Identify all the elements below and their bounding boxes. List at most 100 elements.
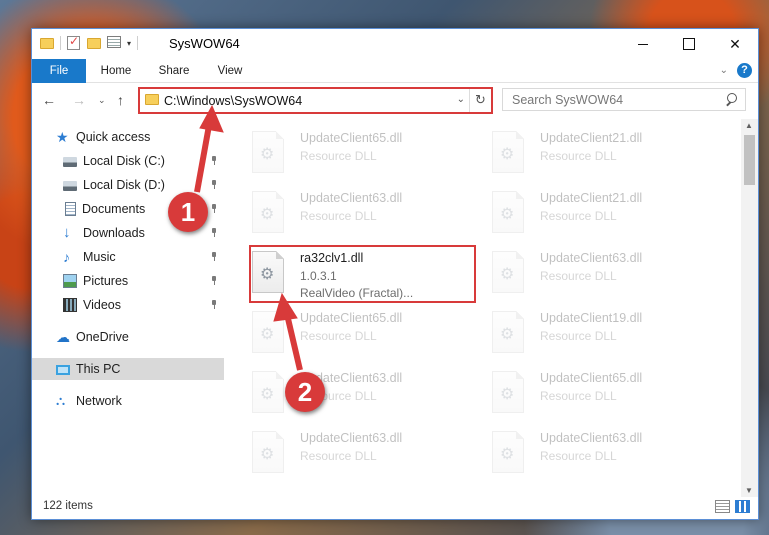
cloud-icon: ☁ (56, 329, 70, 345)
address-bar[interactable]: C:\Windows\SysWOW64 ⌄ ↻ (138, 87, 493, 114)
title-bar: ▾ SysWOW64 ✕ (32, 29, 758, 59)
file-item[interactable]: UpdateClient65.dll Resource DLL (230, 305, 460, 361)
sidebar-item-videos[interactable]: Videos (32, 294, 224, 316)
drive-icon (63, 157, 77, 167)
file-item[interactable]: UpdateClient19.dll Resource DLL (470, 305, 700, 361)
file-item[interactable]: UpdateClient21.dll Resource DLL (470, 185, 700, 241)
maximize-button[interactable] (666, 29, 712, 59)
properties-check-icon[interactable] (67, 34, 81, 50)
file-name: UpdateClient21.dll (540, 191, 643, 205)
file-name: UpdateClient63.dll (300, 191, 403, 205)
item-count: 122 items (43, 500, 93, 512)
dll-file-icon (252, 311, 284, 353)
recent-locations-button[interactable]: ⌄ (98, 95, 106, 106)
file-name: UpdateClient65.dll (540, 371, 643, 385)
sidebar-item-label: Network (76, 394, 122, 408)
tab-view[interactable]: View (202, 59, 258, 83)
music-icon: ♪ (63, 249, 70, 265)
sidebar-item-network[interactable]: ⛬ Network (32, 390, 224, 412)
navigation-bar: ← → ⌄ ↑ C:\Windows\SysWOW64 ⌄ ↻ Search S… (32, 84, 758, 118)
pictures-icon (63, 274, 77, 288)
sidebar-item-local-disk-c[interactable]: Local Disk (C:) (32, 150, 224, 172)
file-name: UpdateClient65.dll (300, 131, 403, 145)
sidebar-item-label: Pictures (83, 274, 129, 288)
sidebar-item-pictures[interactable]: Pictures (32, 270, 224, 292)
scroll-down-icon[interactable]: ▼ (745, 486, 753, 495)
pin-icon (210, 300, 218, 309)
forward-button[interactable]: → (72, 92, 86, 108)
network-icon: ⛬ (56, 393, 66, 408)
dll-file-icon (252, 431, 284, 473)
details-view-icon[interactable] (715, 500, 730, 513)
file-item[interactable]: UpdateClient65.dll Resource DLL (230, 125, 460, 181)
search-input[interactable]: Search SysWOW64 (502, 88, 746, 111)
pin-icon (210, 228, 218, 237)
file-item[interactable]: UpdateClient63.dllResource DLL (230, 185, 460, 241)
file-detail: Resource DLL (540, 269, 617, 283)
pc-icon (56, 364, 70, 375)
file-item[interactable]: UpdateClient65.dll Resource DLL (470, 365, 700, 421)
dll-file-icon (492, 191, 524, 233)
pin-icon (210, 276, 218, 285)
search-icon[interactable] (725, 93, 737, 105)
tab-home[interactable]: Home (86, 59, 146, 83)
file-detail: Resource DLL (540, 149, 617, 163)
toolbar-divider (137, 36, 139, 50)
pin-icon (210, 180, 218, 189)
sidebar-item-label: Music (83, 250, 116, 264)
vertical-scrollbar[interactable]: ▲ ▼ (741, 119, 758, 497)
step-badge-2: 2 (285, 372, 325, 412)
folder-icon[interactable] (40, 36, 54, 50)
scroll-thumb[interactable] (744, 135, 755, 185)
pin-icon (210, 252, 218, 261)
ribbon-tabs: File Home Share View ⌄ ? (32, 59, 758, 83)
sidebar-item-quick-access[interactable]: ★ Quick access (32, 126, 224, 148)
drive-icon (63, 181, 77, 191)
sidebar-item-this-pc[interactable]: This PC (32, 358, 224, 380)
sidebar-item-label: This PC (76, 362, 121, 376)
quick-access-toolbar: ▾ (40, 34, 139, 50)
file-item[interactable]: UpdateClient63.dllResource DLL (230, 365, 460, 421)
file-name: UpdateClient65.dll (300, 311, 403, 325)
file-item[interactable]: UpdateClient21.dll Resource DLL (470, 125, 700, 181)
file-detail: Resource DLL (300, 449, 377, 463)
refresh-button[interactable]: ↻ (469, 89, 491, 112)
file-name: UpdateClient63.dll (540, 431, 643, 445)
sidebar-item-label: Documents (82, 202, 146, 216)
help-icon[interactable]: ? (737, 63, 752, 78)
status-bar: 122 items (32, 495, 758, 519)
file-item[interactable]: UpdateClient63.dllResource DLL (230, 425, 460, 481)
star-icon: ★ (56, 129, 69, 145)
customize-icon[interactable] (107, 36, 121, 50)
file-item[interactable]: UpdateClient63.dllResource DLL (470, 425, 700, 481)
address-path[interactable]: C:\Windows\SysWOW64 (164, 94, 302, 108)
dll-file-icon (492, 431, 524, 473)
file-detail: Resource DLL (540, 389, 617, 403)
tiles-view-icon[interactable] (735, 500, 750, 513)
minimize-button[interactable] (620, 29, 666, 59)
file-item[interactable]: UpdateClient63.dll Resource DLL (470, 245, 700, 301)
dll-file-icon (252, 191, 284, 233)
tab-share[interactable]: Share (146, 59, 202, 83)
qat-dropdown-icon[interactable]: ▾ (127, 39, 131, 48)
close-button[interactable]: ✕ (712, 29, 758, 59)
pin-icon (210, 204, 218, 213)
file-name: UpdateClient19.dll (540, 311, 643, 325)
file-detail: Resource DLL (540, 209, 617, 223)
ribbon-expand-icon[interactable]: ⌄ (720, 65, 728, 76)
back-button[interactable]: ← (42, 92, 56, 108)
dll-file-icon (492, 251, 524, 293)
address-dropdown-icon[interactable]: ⌄ (457, 94, 465, 105)
new-folder-icon[interactable] (87, 36, 101, 50)
sidebar-item-onedrive[interactable]: ☁ OneDrive (32, 326, 224, 348)
folder-icon (145, 94, 159, 105)
file-name: UpdateClient63.dll (540, 251, 643, 265)
up-button[interactable]: ↑ (117, 92, 124, 108)
tab-file[interactable]: File (32, 59, 86, 83)
dll-file-icon (492, 311, 524, 353)
document-icon (65, 202, 76, 216)
scroll-up-icon[interactable]: ▲ (745, 121, 753, 130)
file-name: UpdateClient21.dll (540, 131, 643, 145)
sidebar-item-music[interactable]: ♪ Music (32, 246, 224, 268)
highlight-box (249, 245, 476, 303)
